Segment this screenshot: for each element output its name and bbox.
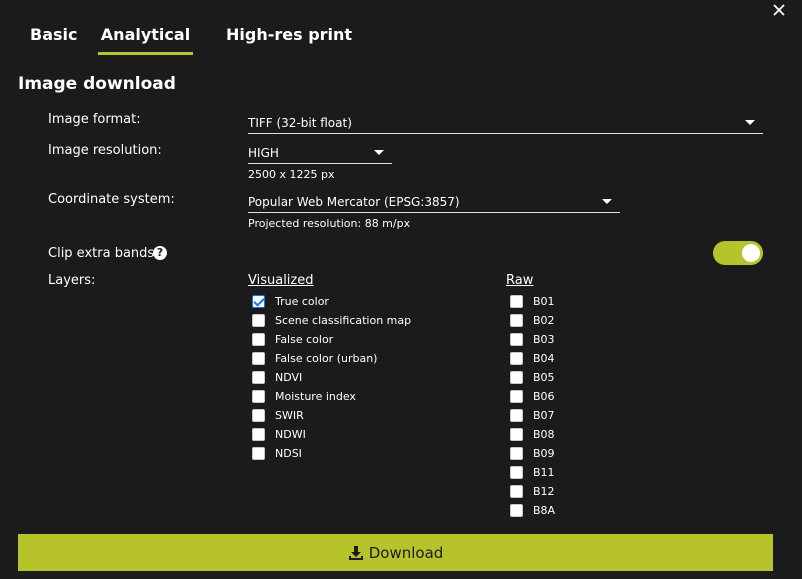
- raw-band-label: B8A: [533, 503, 556, 517]
- coordinate-system-value: Popular Web Mercator (EPSG:3857): [248, 195, 460, 209]
- checkbox[interactable]: [252, 351, 265, 365]
- visualized-layer-checkbox-row[interactable]: True color: [252, 293, 329, 309]
- visualized-layer-label: NDSI: [275, 446, 302, 460]
- visualized-layer-checkbox-row[interactable]: False color (urban): [252, 350, 377, 366]
- visualized-layer-checkbox-row[interactable]: NDWI: [252, 426, 306, 442]
- visualized-layer-label: Scene classification map: [275, 313, 412, 327]
- raw-band-label: B02: [533, 313, 555, 327]
- download-label: Download: [368, 543, 444, 562]
- chevron-down-icon: [745, 120, 755, 125]
- visualized-layer-label: False color: [275, 332, 334, 346]
- raw-band-checkbox-row[interactable]: B06: [510, 388, 555, 404]
- raw-band-checkbox-row[interactable]: B08: [510, 426, 555, 442]
- raw-band-label: B12: [533, 484, 555, 498]
- raw-band-label: B05: [533, 370, 555, 384]
- clip-extra-bands-label: Clip extra bands: [48, 246, 155, 261]
- visualized-layer-label: True color: [275, 294, 329, 308]
- raw-band-label: B09: [533, 446, 555, 460]
- image-format-value: TIFF (32-bit float): [248, 116, 352, 130]
- visualized-layer-checkbox-row[interactable]: False color: [252, 331, 333, 347]
- chevron-down-icon: [602, 199, 612, 204]
- raw-band-label: B01: [533, 294, 555, 308]
- download-button[interactable]: Download: [18, 534, 773, 571]
- raw-band-checkbox-row[interactable]: B05: [510, 369, 555, 385]
- checkbox[interactable]: [252, 389, 265, 403]
- raw-band-checkbox-row[interactable]: B11: [510, 464, 555, 480]
- raw-band-checkbox-row[interactable]: B09: [510, 445, 555, 461]
- chevron-down-icon: [374, 150, 384, 155]
- section-title: Image download: [18, 74, 176, 94]
- clip-extra-bands-toggle[interactable]: [713, 241, 763, 265]
- checkbox[interactable]: [510, 389, 523, 403]
- checkbox[interactable]: [510, 503, 523, 517]
- coordinate-system-label: Coordinate system:: [48, 192, 175, 207]
- raw-band-checkbox-row[interactable]: B01: [510, 293, 555, 309]
- resolution-size: 2500 x 1225 px: [248, 168, 335, 181]
- tab-analytical[interactable]: Analytical: [98, 25, 193, 55]
- image-resolution-select[interactable]: HIGH: [248, 142, 392, 164]
- visualized-layer-label: Moisture index: [275, 389, 356, 403]
- raw-band-label: B04: [533, 351, 555, 365]
- raw-band-checkbox-row[interactable]: B07: [510, 407, 555, 423]
- checkbox[interactable]: [510, 408, 523, 422]
- checkbox[interactable]: [510, 313, 523, 327]
- checkbox[interactable]: [252, 427, 265, 441]
- download-icon: [348, 545, 363, 560]
- checkbox[interactable]: [252, 313, 265, 327]
- image-format-label: Image format:: [48, 112, 141, 127]
- layers-label: Layers:: [48, 273, 96, 288]
- checkbox[interactable]: [510, 427, 523, 441]
- tab-high-res-print[interactable]: High-res print: [226, 25, 352, 55]
- checkbox[interactable]: [510, 465, 523, 479]
- checkbox[interactable]: [510, 484, 523, 498]
- raw-header[interactable]: Raw: [506, 273, 533, 288]
- raw-band-checkbox-row[interactable]: B12: [510, 483, 555, 499]
- image-format-select[interactable]: TIFF (32-bit float): [248, 112, 763, 134]
- tab-basic[interactable]: Basic: [30, 25, 77, 55]
- raw-band-label: B03: [533, 332, 555, 346]
- checkbox[interactable]: [252, 294, 265, 308]
- visualized-layer-checkbox-row[interactable]: Moisture index: [252, 388, 356, 404]
- checkbox[interactable]: [510, 332, 523, 346]
- visualized-layer-label: False color (urban): [275, 351, 378, 365]
- raw-band-checkbox-row[interactable]: B8A: [510, 502, 555, 518]
- raw-band-checkbox-row[interactable]: B03: [510, 331, 555, 347]
- checkbox[interactable]: [252, 408, 265, 422]
- visualized-layer-checkbox-row[interactable]: SWIR: [252, 407, 304, 423]
- visualized-layer-checkbox-row[interactable]: Scene classification map: [252, 312, 411, 328]
- visualized-header[interactable]: Visualized: [248, 273, 314, 288]
- checkbox[interactable]: [510, 446, 523, 460]
- checkbox[interactable]: [510, 370, 523, 384]
- checkbox[interactable]: [510, 294, 523, 308]
- raw-band-label: B08: [533, 427, 555, 441]
- raw-band-label: B06: [533, 389, 555, 403]
- raw-band-label: B07: [533, 408, 555, 422]
- close-button[interactable]: [771, 2, 787, 18]
- visualized-layer-label: NDWI: [275, 427, 306, 441]
- close-icon: [773, 4, 785, 16]
- visualized-layer-label: NDVI: [275, 370, 303, 384]
- visualized-layer-checkbox-row[interactable]: NDVI: [252, 369, 302, 385]
- projected-resolution: Projected resolution: 88 m/px: [248, 217, 411, 230]
- image-resolution-value: HIGH: [248, 146, 279, 160]
- visualized-layer-checkbox-row[interactable]: NDSI: [252, 445, 302, 461]
- checkbox[interactable]: [252, 370, 265, 384]
- help-icon[interactable]: ?: [153, 246, 167, 260]
- visualized-layer-label: SWIR: [275, 408, 304, 422]
- toggle-knob: [742, 244, 760, 262]
- image-resolution-label: Image resolution:: [48, 143, 162, 158]
- raw-band-label: B11: [533, 465, 555, 479]
- checkbox[interactable]: [252, 332, 265, 346]
- raw-band-checkbox-row[interactable]: B02: [510, 312, 555, 328]
- checkbox[interactable]: [252, 446, 265, 460]
- raw-band-checkbox-row[interactable]: B04: [510, 350, 555, 366]
- checkbox[interactable]: [510, 351, 523, 365]
- coordinate-system-select[interactable]: Popular Web Mercator (EPSG:3857): [248, 191, 620, 213]
